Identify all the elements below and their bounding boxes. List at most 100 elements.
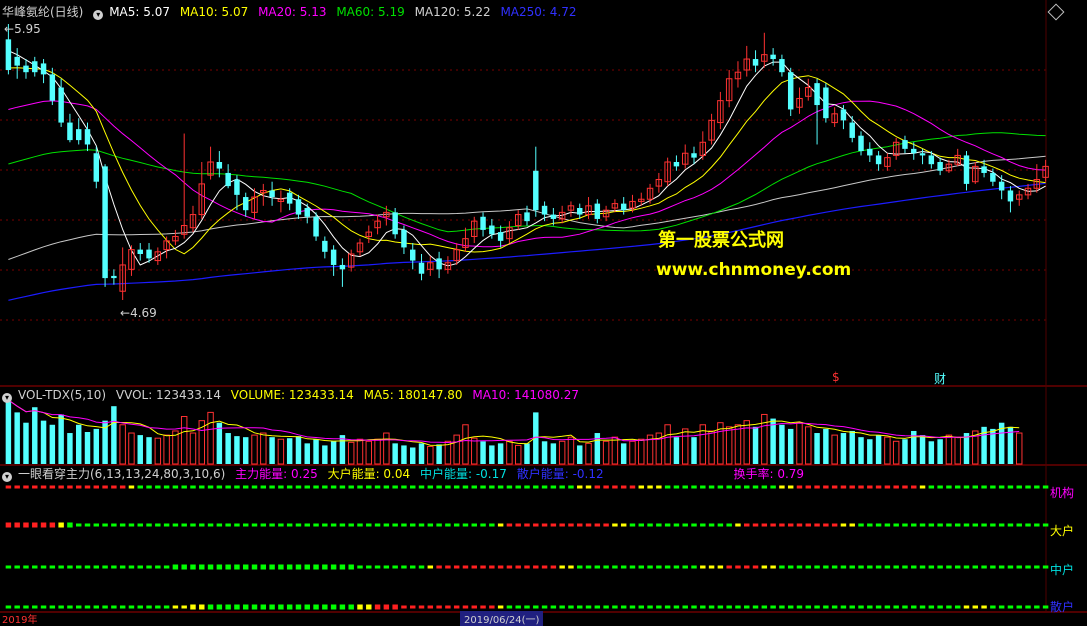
indicator-dot [506,605,513,609]
volume-header: ▾ VOL-TDX(5,10) VVOL: 123433.14 VOLUME: 1… [2,387,585,403]
indicator-dot [216,564,223,570]
ma120-value: MA120: 5.22 [414,5,491,19]
indicator-dot [251,485,258,489]
volume-bar [401,445,407,464]
volume-bar [823,428,829,464]
indicator-dot [726,565,732,569]
volume-bar [611,436,619,465]
ma250-value: MA250: 4.72 [500,5,577,19]
indicator-dot [524,523,530,527]
indicator-dot [49,522,56,528]
indicator-dot [58,605,64,609]
indicator-dot [849,565,855,569]
indicator-dot [867,485,873,489]
indicator-dot [234,564,240,570]
indicator-dot [313,485,319,489]
indicator-dot [937,485,943,489]
indicator-dot [1007,565,1014,569]
indicator-dot [67,565,73,569]
indicator-dot [796,485,803,489]
indicator-dot [242,485,249,489]
volume-bar [32,407,38,464]
main-chart-header: 华峰氨纶(日线) ▾ MA5: 5.07 MA10: 5.07 MA20: 5.1… [2,4,582,20]
indicator-dot [480,565,486,569]
candle-body [875,155,882,165]
indicator-dot [137,523,143,527]
indicator-dot [471,565,477,569]
event-marker-dollar[interactable]: $ [832,370,840,384]
candle-body [937,162,943,171]
indicator-dot [954,523,961,527]
indicator-dot [858,605,864,609]
indicator-dot [779,605,785,609]
indicator-dot [893,565,899,569]
volume-bar [919,435,926,464]
indicator-dot [190,564,196,570]
low-price-label: ←4.69 [120,306,157,320]
indicator-dot [550,523,557,527]
indicator-dot [23,605,29,609]
indicator-dot [348,604,354,610]
indicator-dot [770,565,776,569]
indicator-dot [691,485,697,489]
indicator-dot [190,485,196,489]
candle-body [392,212,398,235]
indicator-dot [603,485,609,489]
indicator-dot [568,523,574,527]
event-marker-finance[interactable]: 财 [934,370,946,387]
indicator-dot [462,565,469,569]
indicator-dot [506,565,513,569]
indicator-dot [462,605,469,609]
indicator-dot [84,605,91,609]
indicator-dot [585,605,592,609]
indicator-dot [155,485,161,489]
indicator-dot [418,565,425,569]
indicator-dot [761,605,768,609]
indicator-dot [867,605,873,609]
indicator-dot [550,485,557,489]
candle-body [480,216,486,230]
indicator-dot [700,565,706,569]
candle-body [146,249,152,259]
menu-circle-icon[interactable]: ▾ [93,10,104,20]
indicator-dot [629,565,636,569]
indicator-dot [260,523,267,527]
indicator-dot [585,485,592,489]
indicator-dot [155,605,161,609]
indicator-dot [489,523,495,527]
indicator-dot [366,485,372,489]
kline-chart[interactable] [0,0,1087,620]
indicator-dot [840,565,847,569]
indicator-dot [629,605,636,609]
candle-body [849,122,855,138]
volume-bar [356,438,364,465]
indicator-dot [919,565,926,569]
candle-body [269,190,275,198]
menu-circle-icon[interactable]: ▾ [2,472,12,482]
volume-bar [67,433,73,464]
volume-bar [928,441,935,464]
indicator-dot [32,605,38,609]
indicator-dot [401,605,407,609]
candle-body [577,208,583,215]
indicator-dot [612,565,618,569]
indicator-dot [726,485,732,489]
indicator-dot [339,485,346,489]
volume-bar [374,438,381,465]
indicator-dot [313,523,319,527]
menu-circle-icon[interactable]: ▾ [2,393,12,403]
indicator-dot [796,523,803,527]
volume-bar [567,436,575,465]
indicator-dot [304,604,310,610]
indicator-dot [58,565,64,569]
indicator-dot [638,565,644,569]
candle-body [32,61,38,73]
candle-body [111,275,117,279]
indicator-dot [875,523,882,527]
candle-body [620,203,627,211]
indicator-dot [497,605,504,609]
volume-bar [638,438,645,465]
indicator-dot [462,485,469,489]
volume-bar [954,436,961,465]
indicator-dot [805,523,812,527]
